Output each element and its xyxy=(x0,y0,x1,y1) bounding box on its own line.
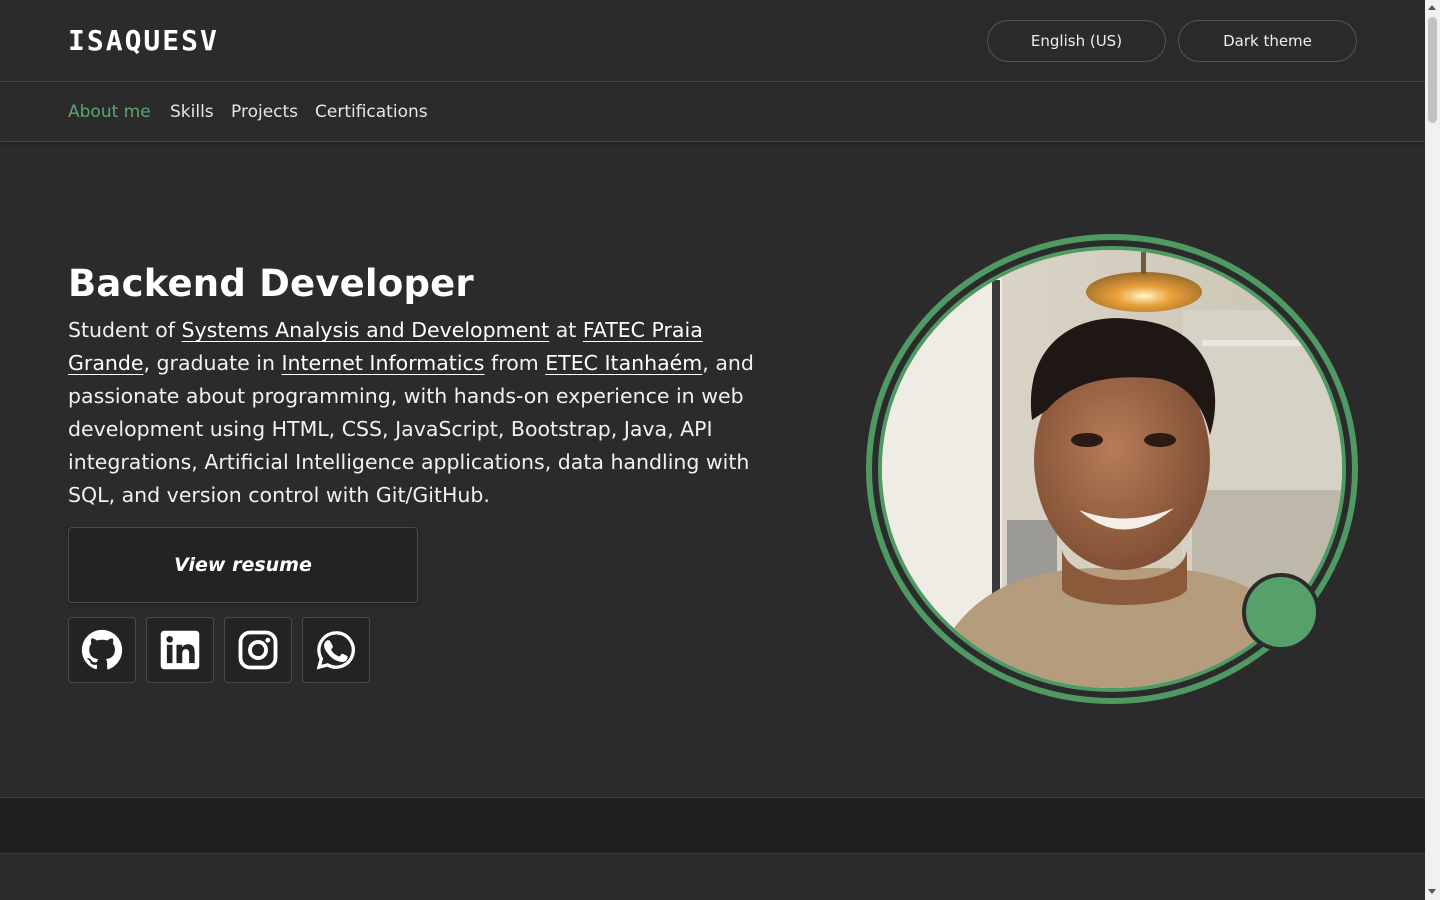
page-scrollbar[interactable] xyxy=(1425,0,1440,900)
course-link[interactable]: Systems Analysis and Development xyxy=(182,318,550,342)
github-icon xyxy=(81,629,123,670)
theme-toggle-button[interactable]: Dark theme xyxy=(1178,20,1357,62)
hero-title: Backend Developer xyxy=(68,262,474,305)
main-nav: About me Skills Projects Certifications xyxy=(0,82,1425,142)
scroll-down-arrow-icon[interactable] xyxy=(1428,889,1436,894)
page: ISAQUESV English (US) Dark theme About m… xyxy=(0,0,1425,900)
section-divider-strip xyxy=(0,797,1425,854)
hero-text-part: at xyxy=(549,318,583,342)
hero-text-part: Student of xyxy=(68,318,182,342)
whatsapp-button[interactable] xyxy=(302,617,370,683)
program-link[interactable]: Internet Informatics xyxy=(281,351,484,375)
nav-item-certifications[interactable]: Certifications xyxy=(315,102,428,122)
profile-avatar xyxy=(866,234,1358,704)
hero-text-part: from xyxy=(484,351,546,375)
github-button[interactable] xyxy=(68,617,136,683)
brand-logo[interactable]: ISAQUESV xyxy=(68,24,219,57)
language-selector-button[interactable]: English (US) xyxy=(987,20,1166,62)
nav-item-about-me[interactable]: About me xyxy=(68,102,151,122)
nav-item-skills[interactable]: Skills xyxy=(170,102,214,122)
scroll-up-arrow-icon[interactable] xyxy=(1428,5,1436,10)
online-status-indicator xyxy=(1242,573,1320,651)
top-header: ISAQUESV English (US) Dark theme xyxy=(0,0,1425,82)
scrollbar-thumb[interactable] xyxy=(1428,17,1437,123)
whatsapp-icon xyxy=(316,631,355,670)
linkedin-button[interactable] xyxy=(146,617,214,683)
linkedin-icon xyxy=(160,630,200,670)
view-resume-button[interactable]: View resume xyxy=(68,527,418,603)
hero-text-part: , graduate in xyxy=(143,351,282,375)
nav-item-projects[interactable]: Projects xyxy=(231,102,298,122)
instagram-icon xyxy=(238,630,278,670)
instagram-button[interactable] xyxy=(224,617,292,683)
hero-description: Student of Systems Analysis and Developm… xyxy=(68,314,758,512)
school-link[interactable]: ETEC Itanhaém xyxy=(545,351,702,375)
